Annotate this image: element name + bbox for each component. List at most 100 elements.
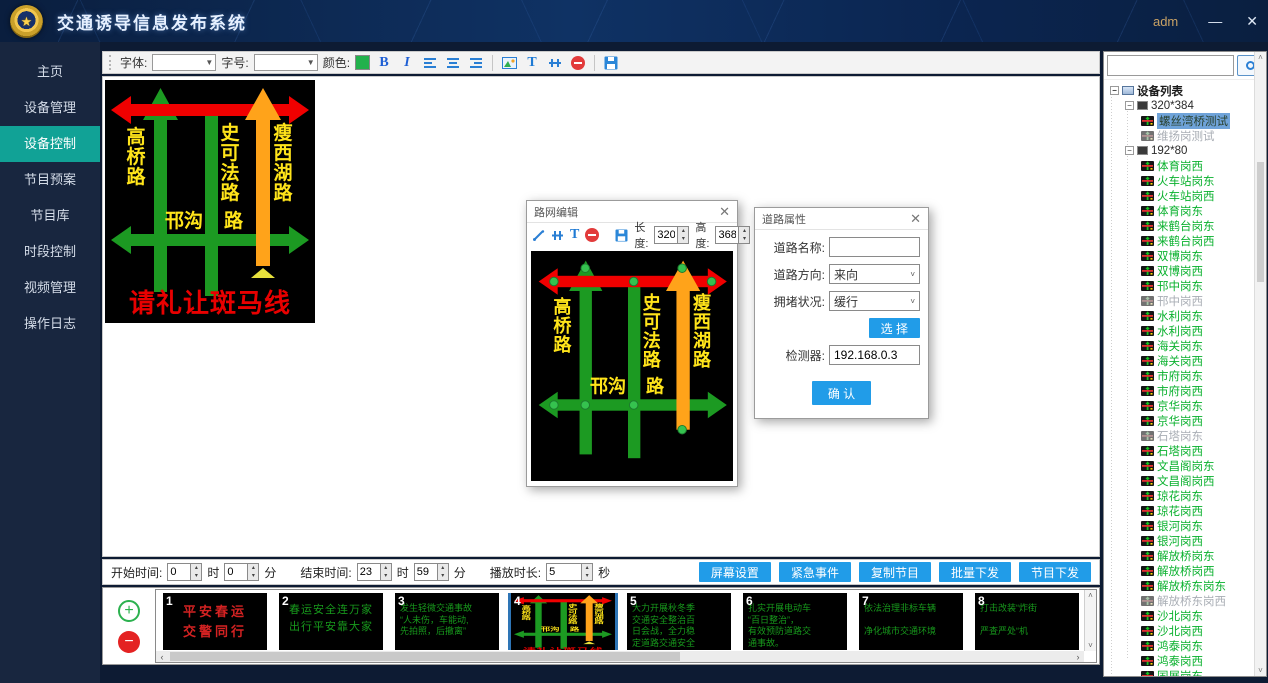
device-tree-row[interactable]: − 琼花岗东: [1141, 488, 1252, 503]
control-point[interactable]: [677, 425, 687, 435]
device-tree-row[interactable]: − 邗中岗东: [1141, 278, 1252, 293]
device-tree-row[interactable]: − 海关岗东: [1141, 338, 1252, 353]
control-point[interactable]: [581, 263, 591, 273]
device-tree-row[interactable]: − 320*384: [1125, 98, 1252, 113]
device-tree-row[interactable]: − 银河岗东: [1141, 518, 1252, 533]
scroll-down-icon[interactable]: ˅: [1258, 666, 1263, 675]
playlist-item[interactable]: 7 依法治理非标车辆 净化城市交通环境: [859, 593, 963, 650]
device-tree-row[interactable]: − 京华岗西: [1141, 413, 1252, 428]
device-tree-row[interactable]: − 鸿泰岗东: [1141, 638, 1252, 653]
scroll-down-icon[interactable]: ˅: [1088, 641, 1093, 650]
device-tree-row[interactable]: − 火车站岗西: [1141, 188, 1252, 203]
device-tree-row[interactable]: − 石塔岗西: [1141, 443, 1252, 458]
align-left-button[interactable]: [421, 54, 439, 72]
tree-collapse-icon[interactable]: −: [1125, 146, 1134, 155]
control-point[interactable]: [629, 400, 639, 410]
device-tree-row[interactable]: − 国展岗东: [1141, 668, 1252, 676]
device-tree-row[interactable]: − 解放桥岗西: [1141, 563, 1252, 578]
draw-line-icon[interactable]: [532, 226, 545, 244]
spin-up-icon[interactable]: ▴: [438, 564, 448, 572]
text-tool-icon[interactable]: T: [570, 226, 579, 244]
spin-down-icon[interactable]: ▾: [381, 572, 391, 580]
end-minute-spinner[interactable]: ▴▾: [414, 563, 449, 581]
sidebar-item[interactable]: 节目库: [0, 198, 100, 234]
control-point[interactable]: [707, 277, 717, 287]
playlist-vertical-scrollbar[interactable]: ˄˅: [1084, 590, 1096, 651]
spin-up-icon[interactable]: ▴: [739, 227, 749, 235]
spin-up-icon[interactable]: ▴: [381, 564, 391, 572]
close-icon[interactable]: ✕: [719, 204, 730, 220]
sidebar-item[interactable]: 主页: [0, 54, 100, 90]
roadnet-sign[interactable]: 高桥路 史可法路 瘦西湖路 邗沟 路: [533, 253, 733, 481]
scroll-right-icon[interactable]: ›: [1072, 652, 1084, 662]
device-tree-row[interactable]: − 螺丝湾桥测试: [1141, 113, 1252, 128]
sidebar-item[interactable]: 操作日志: [0, 306, 100, 342]
playlist-item[interactable]: 6 扎实开展电动车 “百日整治”， 有效预防道路交 通事故。: [743, 593, 847, 650]
bold-button[interactable]: B: [375, 54, 393, 72]
device-tree-row[interactable]: − 琼花岗西: [1141, 503, 1252, 518]
confirm-button[interactable]: 确 认: [812, 381, 871, 405]
control-point[interactable]: [629, 277, 639, 287]
control-point[interactable]: [549, 400, 559, 410]
sidebar-item[interactable]: 设备管理: [0, 90, 100, 126]
device-tree-scrollbar[interactable]: ˄ ˅: [1254, 52, 1266, 676]
spin-up-icon[interactable]: ▴: [191, 564, 201, 572]
playlist-item[interactable]: 3 发生轻微交通事故 “人未伤，车能动, 先拍照，后撤离”: [395, 593, 499, 650]
sidebar-item[interactable]: 时段控制: [0, 234, 100, 270]
length-input[interactable]: [655, 227, 677, 243]
device-tree-row[interactable]: − 银河岗西: [1141, 533, 1252, 548]
roadnet-canvas[interactable]: 高桥路 史可法路 瘦西湖路 邗沟 路: [531, 251, 733, 481]
height-spinner[interactable]: ▴▾: [715, 226, 750, 244]
congestion-select[interactable]: 缓行˅: [829, 291, 920, 311]
start-hour-input[interactable]: [168, 564, 190, 580]
end-hour-spinner[interactable]: ▴▾: [357, 563, 392, 581]
start-minute-input[interactable]: [225, 564, 247, 580]
action-button[interactable]: 屏幕设置: [699, 562, 771, 582]
height-input[interactable]: [716, 227, 738, 243]
playlist-item[interactable]: 1 平安春运 交警同行: [163, 593, 267, 650]
align-right-button[interactable]: [467, 54, 485, 72]
road-direction-select[interactable]: 来向˅: [829, 264, 920, 284]
device-tree-row[interactable]: − 文昌阁岗东: [1141, 458, 1252, 473]
action-button[interactable]: 节目下发: [1019, 562, 1091, 582]
minimize-button[interactable]: —: [1208, 14, 1222, 28]
playlist-item[interactable]: 4: [511, 593, 615, 650]
length-spinner[interactable]: ▴▾: [654, 226, 689, 244]
playlist-horizontal-scrollbar[interactable]: ‹ ›: [156, 651, 1084, 662]
spin-down-icon[interactable]: ▾: [739, 235, 749, 243]
device-tree-row[interactable]: − 解放桥东岗东: [1141, 578, 1252, 593]
device-tree-row[interactable]: − 沙北岗东: [1141, 608, 1252, 623]
scrollbar-thumb[interactable]: [170, 652, 680, 661]
device-tree-row[interactable]: − 鸿泰岗西: [1141, 653, 1252, 668]
duration-input[interactable]: [547, 564, 581, 580]
device-tree-row[interactable]: − 体育岗西: [1141, 158, 1252, 173]
device-tree-row[interactable]: − 设备列表: [1110, 83, 1252, 98]
device-tree-row[interactable]: − 石塔岗东: [1141, 428, 1252, 443]
device-tree-row[interactable]: − 双博岗东: [1141, 248, 1252, 263]
font-size-select[interactable]: ▼: [254, 54, 318, 71]
add-program-button[interactable]: +: [118, 600, 140, 622]
action-button[interactable]: 批量下发: [939, 562, 1011, 582]
device-tree-row[interactable]: − 双博岗西: [1141, 263, 1252, 278]
detector-input[interactable]: [829, 345, 920, 365]
control-point[interactable]: [677, 263, 687, 273]
sign-preview[interactable]: 高桥路 史可法路 瘦西湖路 邗沟 路 请礼让斑马线: [105, 80, 315, 323]
italic-button[interactable]: I: [398, 54, 416, 72]
save-icon[interactable]: [615, 226, 628, 244]
spin-up-icon[interactable]: ▴: [248, 564, 258, 572]
text-tool-icon[interactable]: T: [523, 54, 541, 72]
scrollbar-thumb[interactable]: [1257, 162, 1264, 282]
device-tree-row[interactable]: − 水利岗东: [1141, 308, 1252, 323]
save-icon[interactable]: [602, 54, 620, 72]
device-tree-row[interactable]: − 维扬岗测试: [1141, 128, 1252, 143]
color-swatch[interactable]: [355, 55, 370, 70]
road-name-input[interactable]: [829, 237, 920, 257]
device-tree-row[interactable]: − 市府岗西: [1141, 383, 1252, 398]
spin-up-icon[interactable]: ▴: [582, 564, 592, 572]
device-tree-row[interactable]: − 海关岗西: [1141, 353, 1252, 368]
font-select[interactable]: ▼: [152, 54, 216, 71]
action-button[interactable]: 复制节目: [859, 562, 931, 582]
roadnet-tool-icon[interactable]: [546, 54, 564, 72]
spin-down-icon[interactable]: ▾: [248, 572, 258, 580]
image-icon[interactable]: [500, 54, 518, 72]
